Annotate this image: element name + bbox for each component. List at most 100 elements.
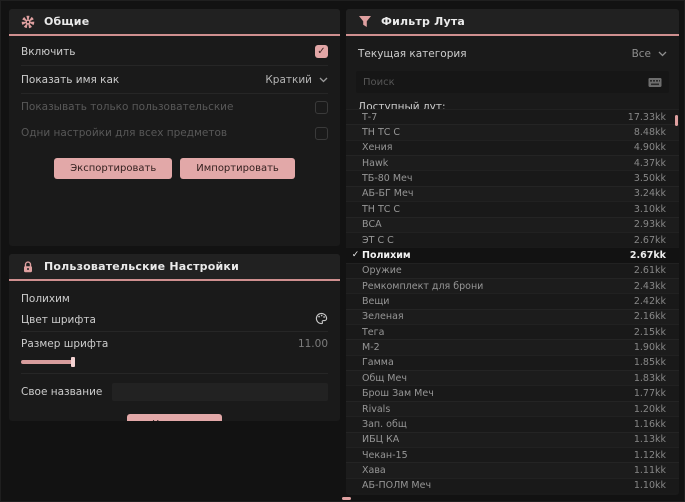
loot-list-item[interactable]: ✓ Тега 2.15kk (346, 324, 679, 340)
chevron-down-icon (319, 74, 328, 86)
category-value: Все (631, 48, 651, 60)
loot-item-value: 2.16kk (633, 311, 666, 323)
general-panel-title: Общие (44, 15, 90, 28)
import-button[interactable]: Импортировать (180, 158, 295, 179)
same-settings-label: Одни настройки для всех предметов (21, 127, 228, 139)
font-color-label: Цвет шрифта (21, 313, 96, 326)
same-settings-checkbox[interactable] (315, 126, 328, 140)
name-format-select[interactable]: Краткий (265, 74, 328, 86)
loot-list-item[interactable]: ✓ Зап. общ 1.16kk (346, 416, 679, 432)
loot-list: ✓ Т-7 17.33kk ✓ ТН ТС С 8.48kk ✓ Хения 4… (346, 109, 679, 493)
check-icon: ✓ (317, 45, 326, 57)
loot-list-item[interactable]: ✓ Rivals 1.20kk (346, 400, 679, 417)
loot-item-value: 1.11kk (633, 464, 666, 476)
loot-item-name: Зап. общ (362, 418, 407, 430)
custom-name-input[interactable] (112, 383, 328, 401)
enable-label: Включить (21, 45, 76, 58)
loot-item-value: 1.20kk (633, 403, 666, 415)
loot-list-item[interactable]: ✓ Зеленая 2.16kk (346, 308, 679, 325)
loot-item-name: Т-7 (362, 111, 378, 123)
font-size-slider[interactable] (21, 356, 328, 374)
loot-item-value: 2.61kk (633, 265, 666, 277)
delete-button[interactable]: Удалить (126, 414, 223, 421)
loot-item-value: 3.10kk (633, 203, 666, 215)
loot-item-name: ТБ-80 Меч (362, 173, 413, 185)
chevron-down-icon (658, 48, 667, 60)
user-settings-panel-header: Пользовательские Настройки (9, 254, 340, 281)
palette-icon[interactable] (315, 312, 328, 328)
loot-item-value: 2.93kk (633, 219, 666, 231)
loot-filter-panel: Фильтр Лута Текущая категория Все Доступ… (346, 9, 679, 495)
loot-list-item[interactable]: ✓ Хава 1.11kk (346, 462, 679, 478)
enable-checkbox[interactable]: ✓ (315, 45, 328, 58)
loot-list-item[interactable]: ✓ Брош Зам Меч 1.77kk (346, 385, 679, 401)
font-size-row: Размер шрифта 11.00 (21, 332, 328, 356)
loot-item-name: ИБЦ КА (362, 434, 400, 446)
general-panel-header: Общие (9, 9, 340, 36)
loot-item-value: 2.42kk (633, 295, 666, 307)
loot-item-name: АБ-БГ Меч (362, 188, 414, 200)
loot-item-value: 1.90kk (633, 342, 666, 354)
show-name-row: Показать имя как Краткий (21, 66, 328, 94)
loot-item-name: Вещи (362, 295, 390, 307)
loot-list-item[interactable]: ✓ Гамма 1.85kk (346, 354, 679, 371)
search-input[interactable] (363, 76, 648, 88)
loot-item-value: 2.15kk (633, 326, 666, 338)
loot-item-value: 8.48kk (633, 127, 666, 139)
loot-list-item[interactable]: ✓ Хения 4.90kk (346, 139, 679, 156)
search-box (356, 71, 669, 93)
loot-item-name: Брош Зам Меч (362, 388, 434, 400)
loot-item-value: 1.85kk (633, 357, 666, 369)
loot-list-item[interactable]: ✓ М-2 1.90kk (346, 339, 679, 355)
loot-item-name: ВСА (362, 219, 382, 231)
keyboard-icon[interactable] (648, 73, 662, 92)
loot-list-item[interactable]: ✓ Полихим 2.67kk (346, 247, 679, 263)
loot-item-value: 3.24kk (633, 188, 666, 200)
window-scrollbar-thumb[interactable] (342, 497, 351, 500)
user-settings-panel-title: Пользовательские Настройки (44, 260, 239, 273)
loot-list-item[interactable]: ✓ Ремкомплект для брони 2.43kk (346, 277, 679, 294)
only-custom-checkbox[interactable] (315, 100, 328, 114)
loot-list-item[interactable]: ✓ Вещи 2.42kk (346, 293, 679, 309)
loot-item-name: Хава (362, 464, 386, 476)
loot-item-name: ТН ТС С (362, 203, 401, 215)
slider-handle[interactable] (71, 357, 75, 367)
export-button[interactable]: Экспортировать (54, 158, 173, 179)
slider-track[interactable] (21, 360, 75, 364)
show-name-label: Показать имя как (21, 73, 120, 86)
category-row: Текущая категория Все (358, 41, 667, 67)
loot-item-name: Тега (362, 326, 385, 338)
check-icon: ✓ (351, 250, 360, 261)
font-size-label: Размер шрифта (21, 338, 109, 350)
loot-item-name: Хения (362, 142, 393, 154)
loot-list-scrollbar-thumb[interactable] (675, 115, 678, 126)
loot-list-item[interactable]: ✓ ВСА 2.93kk (346, 216, 679, 232)
loot-list-item[interactable]: ✓ ЭТ С С 2.67kk (346, 231, 679, 248)
loot-list-item[interactable]: ✓ Т-7 17.33kk (346, 109, 679, 125)
loot-item-value: 1.16kk (633, 418, 666, 430)
only-custom-row: Показывать только пользовательские (21, 94, 328, 120)
font-color-row: Цвет шрифта (21, 308, 328, 332)
loot-item-name: Rivals (362, 403, 391, 415)
loot-item-value: 2.43kk (633, 280, 666, 292)
loot-list-item[interactable]: ✓ АБ-БГ Меч 3.24kk (346, 185, 679, 202)
loot-list-item[interactable]: ✓ ТН ТС С 3.10kk (346, 201, 679, 217)
loot-list-item[interactable]: ✓ Чекан-15 1.12kk (346, 446, 679, 463)
loot-item-value: 1.12kk (633, 449, 666, 461)
gear-icon (21, 15, 35, 29)
name-format-value: Краткий (265, 73, 312, 86)
loot-list-item[interactable]: ✓ АБ-ПОЛМ Меч 1.10kk (346, 477, 679, 493)
loot-item-name: Зеленая (362, 311, 404, 323)
loot-list-item[interactable]: ✓ ТН ТС С 8.48kk (346, 124, 679, 140)
loot-list-item[interactable]: ✓ ИБЦ КА 1.13kk (346, 431, 679, 447)
loot-item-value: 1.10kk (633, 480, 666, 492)
loot-list-item[interactable]: ✓ ТБ-80 Меч 3.50kk (346, 170, 679, 186)
loot-list-item[interactable]: ✓ Hawk 4.37kk (346, 155, 679, 171)
loot-list-item[interactable]: ✓ Общ Меч 1.83kk (346, 370, 679, 386)
loot-item-value: 2.67kk (629, 249, 666, 261)
loot-list-item[interactable]: ✓ Оружие 2.61kk (346, 262, 679, 278)
loot-item-name: Чекан-15 (362, 449, 408, 461)
loot-item-value: 17.33kk (627, 111, 666, 123)
custom-name-label: Свое название (21, 386, 103, 398)
category-select[interactable]: Все (632, 48, 667, 60)
